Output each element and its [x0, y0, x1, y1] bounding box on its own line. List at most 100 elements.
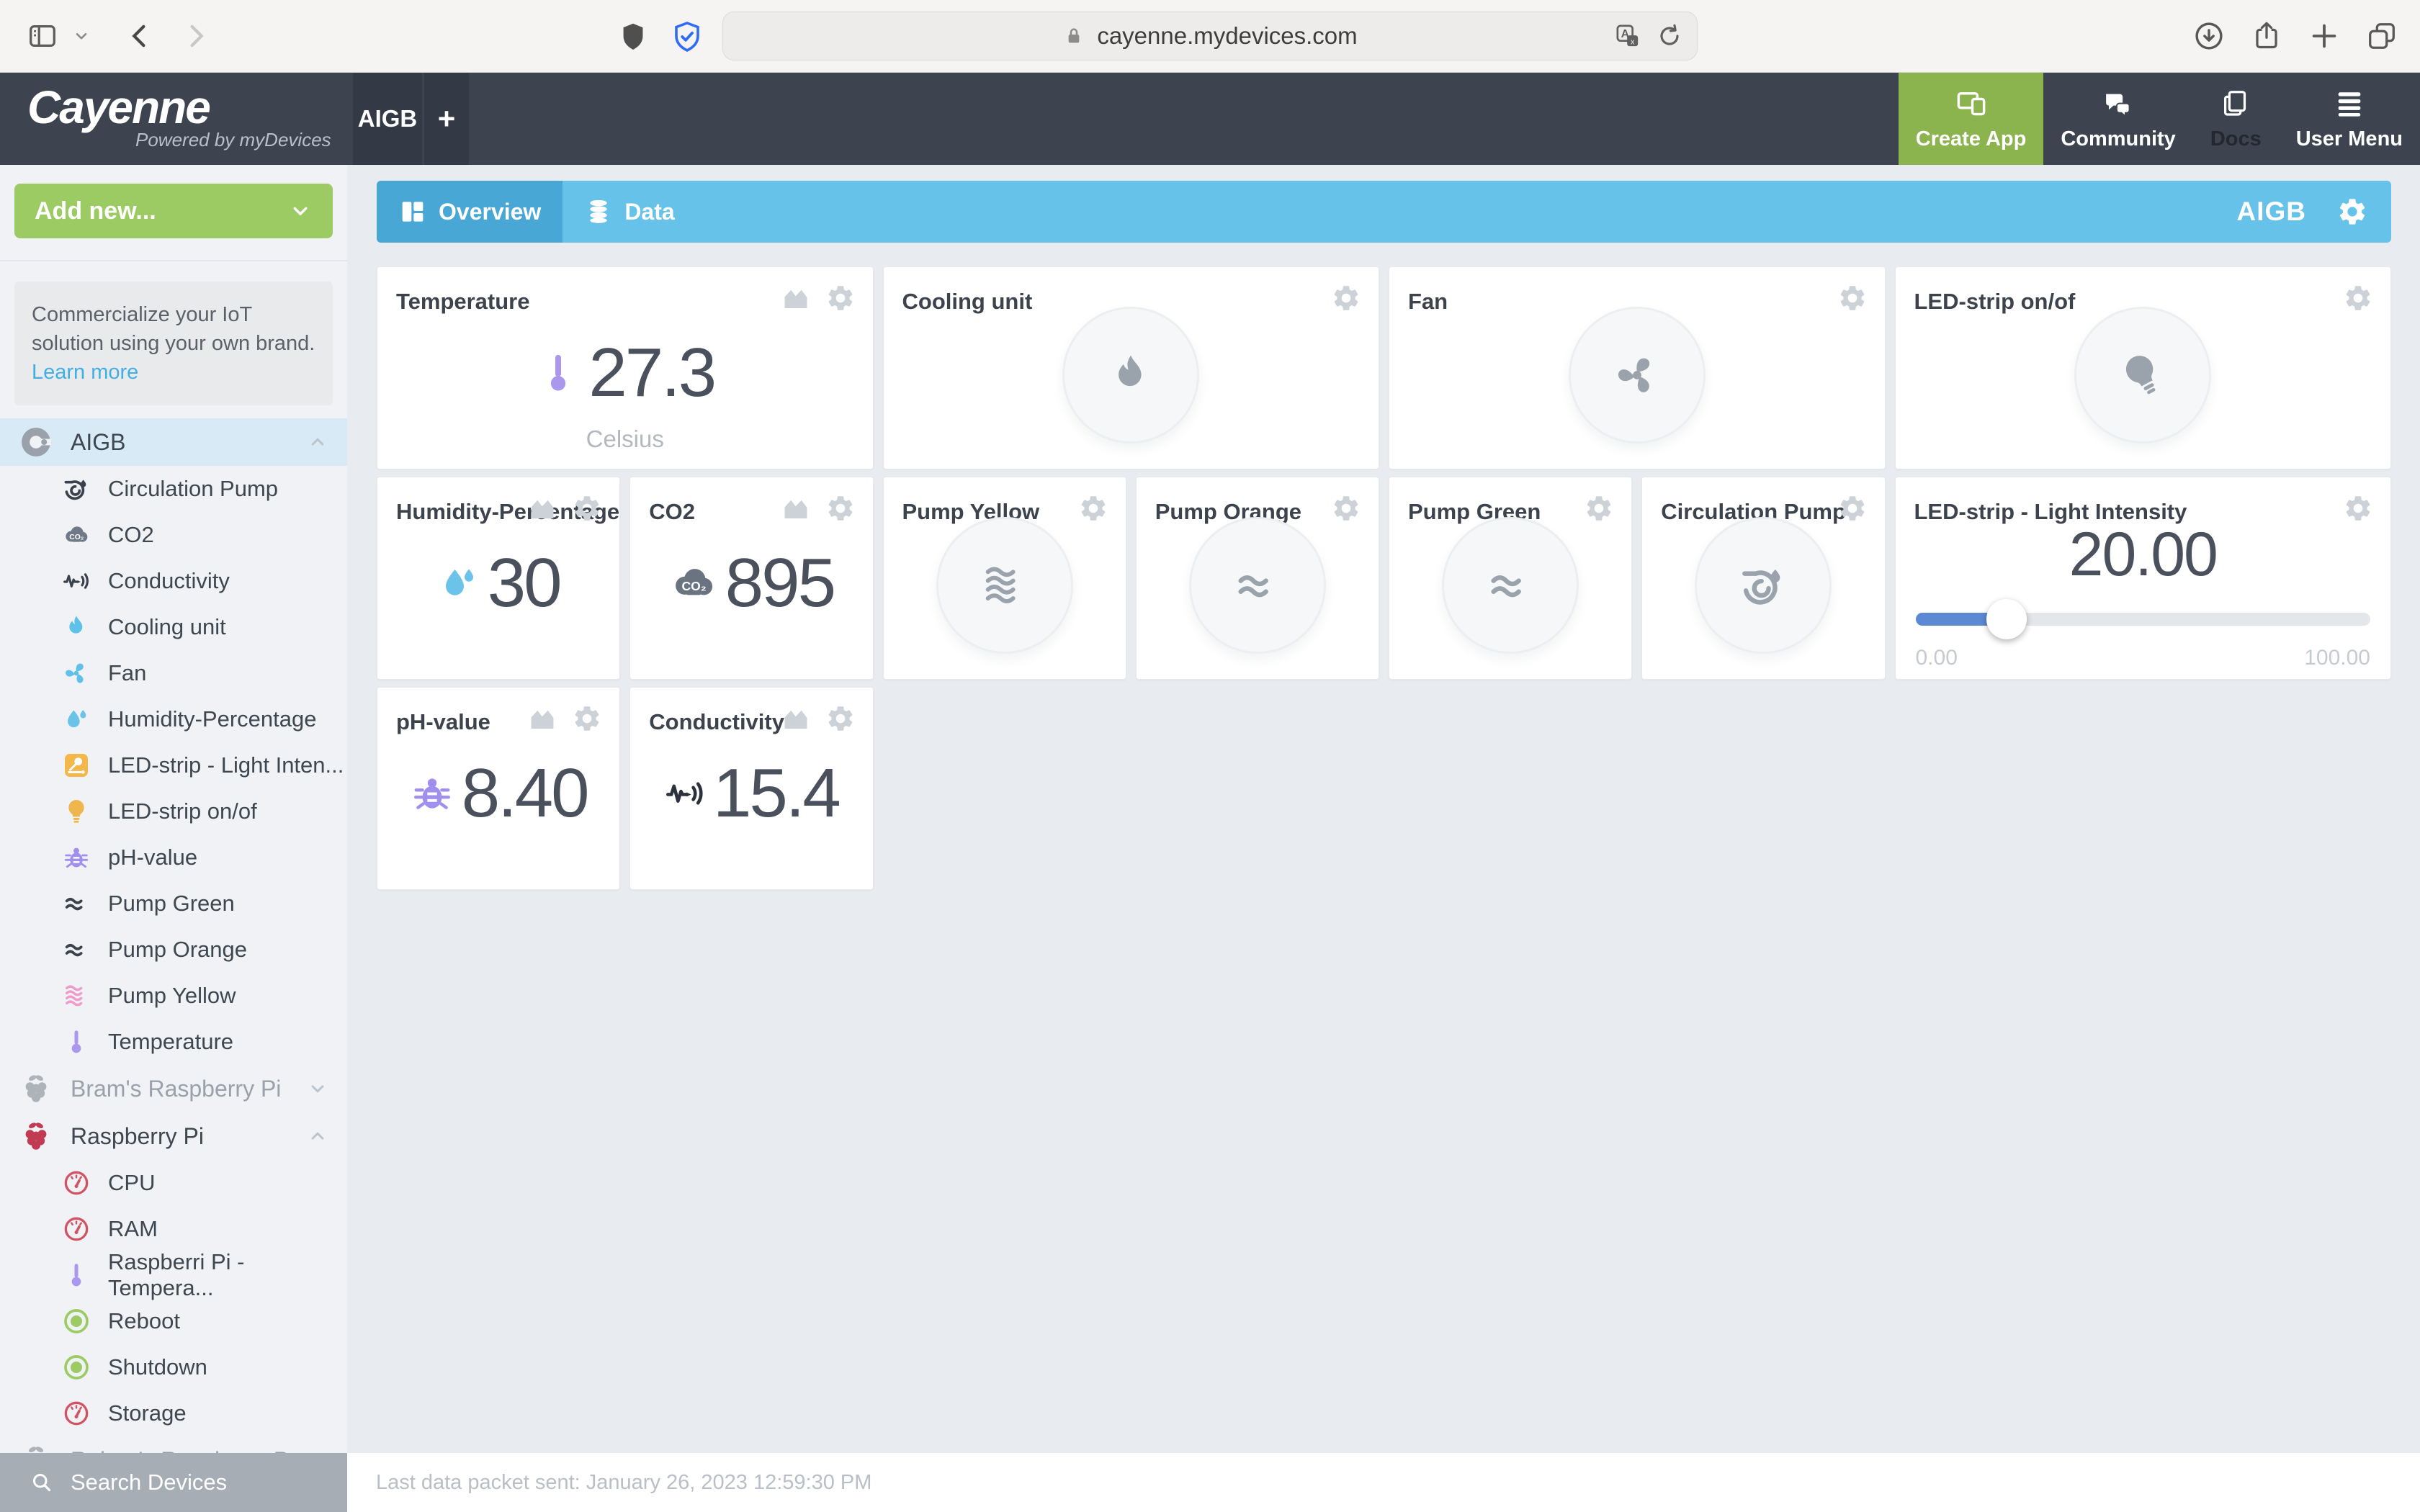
action-docs[interactable]: Docs — [2193, 73, 2279, 165]
device-item-co2[interactable]: CO₂CO2 — [0, 512, 347, 558]
slider-thumb[interactable] — [1986, 599, 2027, 639]
co2-icon: CO₂ — [62, 521, 91, 549]
shield-icon[interactable] — [617, 20, 650, 53]
data-icon — [584, 197, 613, 226]
widget-toggle-button[interactable] — [1695, 517, 1832, 654]
device-group-raspberry-pi[interactable]: Raspberry Pi — [0, 1112, 347, 1160]
widget-value: 27.3 — [588, 333, 714, 413]
widget-toggle-button[interactable] — [1189, 517, 1326, 654]
tab-overview-icon[interactable] — [2365, 19, 2398, 53]
chart-icon[interactable] — [527, 703, 557, 734]
chart-icon — [527, 493, 557, 523]
device-item-reboot[interactable]: Reboot — [0, 1298, 347, 1344]
app-header: Cayenne Powered by myDevices AIGB + Crea… — [0, 73, 2420, 165]
device-item-temperature[interactable]: Temperature — [0, 1019, 347, 1065]
gear-icon[interactable] — [1078, 493, 1108, 523]
new-tab-icon[interactable] — [2308, 19, 2341, 53]
action-create-app[interactable]: Create App — [1899, 73, 2044, 165]
board-settings-gear-icon[interactable] — [2336, 196, 2368, 228]
device-item-ph-value[interactable]: pH-value — [0, 834, 347, 881]
device-item-pump-yellow[interactable]: Pump Yellow — [0, 973, 347, 1019]
device-item-label: Shutdown — [108, 1354, 207, 1380]
widget-value: 895 — [725, 544, 834, 623]
device-item-storage[interactable]: Storage — [0, 1390, 347, 1436]
widget-value-row: CO₂895 — [630, 544, 872, 623]
device-item-cooling-unit[interactable]: Cooling unit — [0, 604, 347, 650]
translate-icon[interactable]: Ax — [1613, 22, 1642, 50]
gear-icon[interactable] — [825, 493, 856, 523]
device-item-led-strip-light-inten[interactable]: LED-strip - Light Inten... — [0, 742, 347, 788]
slider-track[interactable] — [1916, 613, 2371, 626]
widget-value: 15.4 — [713, 754, 839, 833]
flame-icon — [1106, 350, 1156, 400]
chart-icon[interactable] — [781, 283, 811, 313]
device-item-circulation-pump[interactable]: Circulation Pump — [0, 466, 347, 512]
device-item-label: Pump Green — [108, 891, 235, 917]
waves2-icon — [62, 935, 91, 964]
gear-icon[interactable] — [572, 703, 602, 734]
device-item-cpu[interactable]: CPU — [0, 1160, 347, 1206]
led-strip-icon — [62, 751, 91, 780]
gear-icon[interactable] — [1837, 283, 1868, 313]
widget-toolbar — [1837, 283, 1868, 313]
device-group-aigb[interactable]: AIGB — [0, 418, 347, 466]
gear-icon[interactable] — [572, 493, 602, 523]
device-item-fan[interactable]: Fan — [0, 650, 347, 696]
add-workspace-tab[interactable]: + — [424, 73, 469, 165]
widget-humidity-percentage: Humidity-Percentage30 — [377, 477, 620, 680]
address-bar[interactable]: cayenne.mydevices.com Ax — [722, 12, 1698, 60]
device-item-humidity-percentage[interactable]: Humidity-Percentage — [0, 696, 347, 742]
gear-icon[interactable] — [1584, 493, 1614, 523]
widget-toggle-button[interactable] — [1442, 517, 1579, 654]
gear-icon[interactable] — [1331, 283, 1361, 313]
learn-more-link[interactable]: Learn more — [32, 361, 138, 384]
community-icon — [2102, 87, 2135, 120]
device-item-pump-green[interactable]: Pump Green — [0, 881, 347, 927]
chart-icon — [527, 703, 557, 734]
action-user-menu[interactable]: User Menu — [2279, 73, 2420, 165]
device-item-ram[interactable]: RAM — [0, 1206, 347, 1252]
chart-icon[interactable] — [527, 493, 557, 523]
device-item-led-strip-on-of[interactable]: LED-strip on/of — [0, 788, 347, 834]
download-icon[interactable] — [2192, 19, 2226, 53]
tab-group-chevron-icon[interactable] — [72, 27, 91, 45]
main-board: OverviewData AIGB Temperature27.3Celsius… — [347, 165, 2420, 1512]
widget-toggle-button[interactable] — [2074, 307, 2211, 444]
device-item-label: CPU — [108, 1170, 155, 1196]
gear-icon[interactable] — [2343, 283, 2373, 313]
widget-toolbar — [1837, 493, 1868, 523]
gear-icon[interactable] — [1331, 493, 1361, 523]
gear-icon[interactable] — [1837, 493, 1868, 523]
device-item-conductivity[interactable]: Conductivity — [0, 558, 347, 604]
chart-icon[interactable] — [781, 493, 811, 523]
device-item-pump-orange[interactable]: Pump Orange — [0, 927, 347, 973]
widget-toolbar — [1078, 493, 1108, 523]
chart-icon[interactable] — [781, 703, 811, 734]
device-group-bram-s-raspberry-pi[interactable]: Bram's Raspberry Pi — [0, 1065, 347, 1112]
widget-toggle-button[interactable] — [1062, 307, 1199, 444]
workspace-tab-aigb[interactable]: AIGB — [353, 73, 422, 165]
tab-data[interactable]: Data — [563, 181, 696, 243]
search-devices-bar[interactable]: Search Devices — [0, 1453, 347, 1512]
widget-toggle-button[interactable] — [1569, 307, 1706, 444]
sidebar-toggle-icon[interactable] — [26, 19, 59, 53]
gear-icon[interactable] — [825, 703, 856, 734]
device-item-label: Storage — [108, 1400, 187, 1426]
device-item-shutdown[interactable]: Shutdown — [0, 1344, 347, 1390]
widget-toolbar — [1331, 493, 1361, 523]
device-item-raspberri-pi-tempera[interactable]: Raspberri Pi - Tempera... — [0, 1252, 347, 1298]
tab-overview[interactable]: Overview — [377, 181, 563, 243]
widget-toggle-button[interactable] — [936, 517, 1073, 654]
forward-icon[interactable] — [180, 21, 210, 51]
shield-check-icon[interactable] — [670, 19, 704, 54]
tab-label: Data — [624, 199, 674, 225]
action-community[interactable]: Community — [2043, 73, 2193, 165]
share-icon[interactable] — [2250, 19, 2283, 53]
reload-icon[interactable] — [1655, 22, 1684, 50]
back-icon[interactable] — [125, 21, 156, 51]
device-group-rohan-s-raspberry-pi[interactable]: Rohan's Raspberry Pi — [0, 1436, 347, 1453]
add-new-button[interactable]: Add new... — [14, 184, 333, 238]
gear-icon[interactable] — [825, 283, 856, 313]
docs-icon — [2219, 87, 2252, 120]
device-group-label: Bram's Raspberry Pi — [71, 1076, 290, 1102]
